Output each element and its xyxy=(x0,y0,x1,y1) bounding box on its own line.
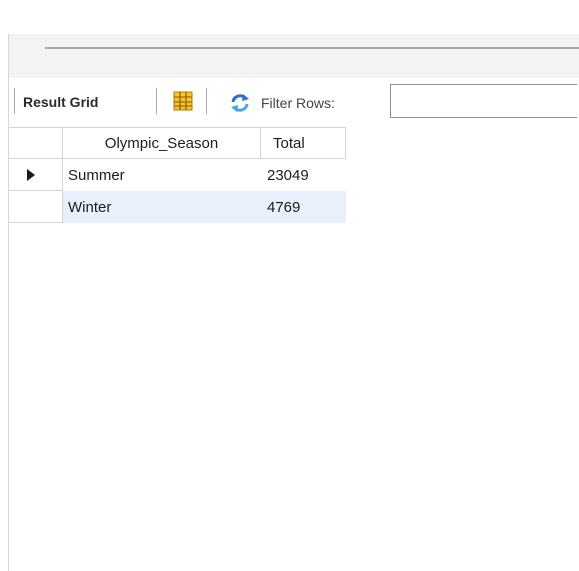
form-grid-icon[interactable] xyxy=(172,90,194,112)
toolbar-separator xyxy=(14,88,15,114)
panel-splitter[interactable] xyxy=(45,47,579,49)
row-pointer-icon xyxy=(26,168,35,181)
toolbar-separator xyxy=(156,88,157,114)
row-header-corner[interactable] xyxy=(9,127,63,159)
grid-header-row: Olympic_Season Total xyxy=(9,127,346,159)
table-row[interactable]: Summer 23049 xyxy=(9,159,346,191)
column-header-total[interactable]: Total xyxy=(261,127,346,159)
row-indicator[interactable] xyxy=(9,159,63,191)
filter-rows-label: Filter Rows: xyxy=(261,95,335,111)
row-indicator[interactable] xyxy=(9,191,63,223)
cell-olympic-season[interactable]: Winter xyxy=(63,191,261,223)
result-grid-tab[interactable]: Result Grid xyxy=(23,94,98,110)
table-row[interactable]: Winter 4769 xyxy=(9,191,346,223)
cell-olympic-season[interactable]: Summer xyxy=(63,159,261,191)
column-header-olympic-season[interactable]: Olympic_Season xyxy=(63,127,261,159)
editor-footer-band xyxy=(9,34,579,78)
refresh-icon[interactable] xyxy=(229,92,251,114)
toolbar-separator xyxy=(206,88,207,114)
filter-rows-input[interactable] xyxy=(390,84,577,118)
cell-total[interactable]: 4769 xyxy=(261,191,346,223)
cell-total[interactable]: 23049 xyxy=(261,159,346,191)
result-grid: Olympic_Season Total Summer 23049 Winter… xyxy=(9,127,346,223)
result-panel: Result Grid Filter Rows: Olympic_Season … xyxy=(0,0,579,571)
